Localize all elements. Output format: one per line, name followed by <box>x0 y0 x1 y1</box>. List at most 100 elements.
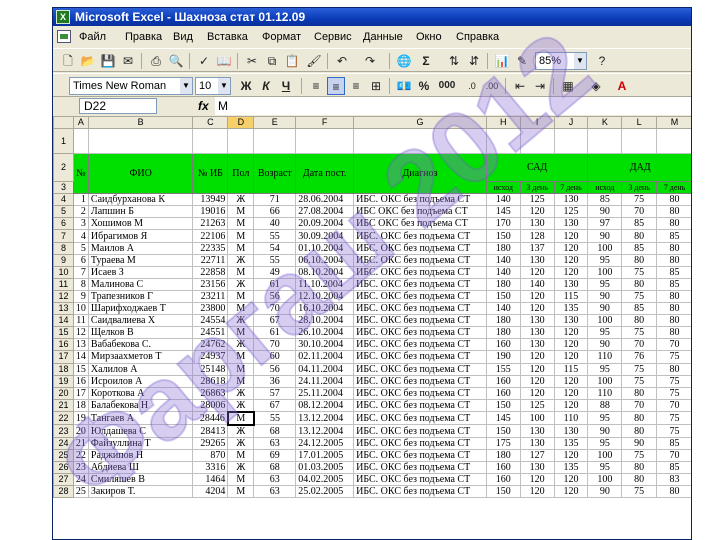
cell[interactable] <box>587 128 623 155</box>
chevron-down-icon[interactable]: ▼ <box>180 78 192 94</box>
cell-age[interactable]: 55 <box>253 229 297 243</box>
cell-fio[interactable]: Маилов А <box>87 241 194 255</box>
cell-bp[interactable]: 150 <box>485 424 521 438</box>
cell-ib[interactable]: 28413 <box>192 424 229 438</box>
cell-sex[interactable]: М <box>227 265 255 279</box>
thousands-button[interactable]: 000 <box>435 77 459 95</box>
cell-num[interactable]: 19 <box>72 411 89 426</box>
cell-fio[interactable]: Вабабекова С. <box>87 338 194 352</box>
cell-bp[interactable]: 120 <box>553 241 589 255</box>
header-sex[interactable]: Пол <box>227 153 255 195</box>
header-age[interactable]: Возраст <box>253 153 297 195</box>
save-icon[interactable]: 💾 <box>99 52 117 70</box>
row-header[interactable]: 11 <box>53 277 74 291</box>
cell-bp[interactable]: 100 <box>587 473 623 487</box>
row-header[interactable]: 26 <box>53 460 74 475</box>
copy-icon[interactable]: ⧉ <box>263 52 281 70</box>
cell-bp[interactable]: 150 <box>485 398 521 413</box>
undo-icon[interactable]: ↶ <box>333 52 351 70</box>
cell-bp[interactable]: 120 <box>519 473 555 487</box>
format-painter-icon[interactable]: 🖌 <box>305 52 323 70</box>
font-size-select[interactable]: 10 ▼ <box>195 77 231 95</box>
column-header-b[interactable]: B <box>87 116 194 130</box>
cell-age[interactable]: 54 <box>253 241 297 255</box>
cell-fio[interactable]: Лапшин Б <box>87 205 194 219</box>
cell-ib[interactable]: 29265 <box>192 436 229 450</box>
cell-age[interactable]: 70 <box>253 302 297 316</box>
cell-sex[interactable]: М <box>226 410 255 426</box>
cell-bp[interactable]: 100 <box>519 411 555 426</box>
cell-age[interactable]: 67 <box>253 398 297 413</box>
cell-diagnosis[interactable]: ИБС. ОКС без подъема СТ <box>353 448 487 462</box>
cell-bp[interactable]: 76 <box>621 350 658 364</box>
cell-date[interactable]: 27.08.2004 <box>295 205 355 219</box>
cell-bp[interactable]: 90 <box>587 424 623 438</box>
cell-bp[interactable]: 100 <box>587 448 623 462</box>
research-icon[interactable]: 📖 <box>215 52 233 70</box>
cell[interactable] <box>656 128 691 155</box>
cell-ib[interactable]: 23211 <box>192 289 229 304</box>
cell-diagnosis[interactable]: ИБС. ОКС без подъема СТ <box>353 460 487 475</box>
cell-ib[interactable]: 870 <box>192 448 229 462</box>
cell-bp[interactable]: 130 <box>553 314 589 328</box>
cell-bp[interactable]: 120 <box>519 386 555 400</box>
cell-bp[interactable]: 100 <box>587 314 623 328</box>
cell-bp[interactable]: 120 <box>553 448 589 462</box>
cell-diagnosis[interactable]: ИБС. ОКС без подъема СТ <box>353 193 487 207</box>
cell[interactable] <box>227 128 255 155</box>
cell-sex[interactable]: М <box>227 485 255 499</box>
cell-bp[interactable]: 120 <box>519 374 555 388</box>
chevron-down-icon[interactable]: ▼ <box>218 78 230 94</box>
header-fio[interactable]: ФИО <box>87 153 194 195</box>
cell-bp[interactable]: 75 <box>656 424 691 438</box>
cell-bp[interactable]: 110 <box>553 411 589 426</box>
cell-diagnosis[interactable]: ИБС. ОКС без подъема СТ <box>353 277 487 291</box>
cell-bp[interactable]: 135 <box>553 460 589 475</box>
cell-bp[interactable]: 140 <box>485 302 521 316</box>
subheader-cell[interactable]: 7 день <box>553 181 589 195</box>
cell-date[interactable]: 24.11.2004 <box>295 374 355 388</box>
cell-bp[interactable]: 85 <box>656 460 691 475</box>
cell-bp[interactable]: 120 <box>553 350 589 364</box>
cell-fio[interactable]: Хошимов М <box>87 217 194 231</box>
cell-age[interactable]: 63 <box>253 485 297 499</box>
cell-ib[interactable]: 26863 <box>192 386 229 400</box>
menu-file[interactable]: Файл <box>77 27 108 47</box>
cell-date[interactable]: 16.10.2004 <box>295 302 355 316</box>
fill-color-icon[interactable]: ◈ <box>587 77 605 95</box>
row-header[interactable]: 17 <box>53 350 74 364</box>
cell-fio[interactable]: Шарифходжаев Т <box>87 302 194 316</box>
cell-diagnosis[interactable]: ИБС. ОКС без подъема СТ <box>353 265 487 279</box>
cell-num[interactable]: 21 <box>72 436 89 450</box>
cell-bp[interactable]: 83 <box>656 473 691 487</box>
cell-bp[interactable]: 85 <box>656 436 691 450</box>
cell-fio[interactable]: Тангаев А <box>87 411 194 426</box>
cell-sex[interactable]: М <box>227 229 255 243</box>
cell-diagnosis[interactable]: ИБС. ОКС без подъема СТ <box>353 485 487 499</box>
row-header[interactable]: 18 <box>53 362 74 376</box>
cell-bp[interactable]: 130 <box>519 217 555 231</box>
cell-bp[interactable]: 90 <box>587 289 623 304</box>
cell-bp[interactable]: 80 <box>656 289 691 304</box>
cell-fio[interactable]: Малинова С <box>87 277 194 291</box>
cell-ib[interactable]: 23156 <box>192 277 229 291</box>
cell-fio[interactable]: Раджипов Н <box>87 448 194 462</box>
merge-center-icon[interactable]: ⊞ <box>367 77 385 95</box>
cell-fio[interactable]: Абдиева Ш <box>87 460 194 475</box>
cell-diagnosis[interactable]: ИБС. ОКС без подъема СТ <box>353 411 487 426</box>
cell-bp[interactable]: 75 <box>656 350 691 364</box>
cell[interactable] <box>353 128 487 155</box>
cell-bp[interactable]: 75 <box>656 411 691 426</box>
cell-bp[interactable]: 80 <box>656 362 691 376</box>
cell-bp[interactable]: 75 <box>621 362 658 376</box>
cell-num[interactable]: 7 <box>72 265 89 279</box>
cell-sex[interactable]: Ж <box>227 436 255 450</box>
cell-date[interactable]: 24.12.2005 <box>295 436 355 450</box>
increase-decimal-icon[interactable]: .0 <box>463 77 481 95</box>
subheader-cell[interactable]: 3 день <box>519 181 555 195</box>
cell-bp[interactable]: 80 <box>621 253 658 267</box>
cell-bp[interactable]: 115 <box>553 362 589 376</box>
cell-bp[interactable]: 85 <box>656 277 691 291</box>
cell-ib[interactable]: 22858 <box>192 265 229 279</box>
select-all-corner[interactable] <box>53 116 74 130</box>
